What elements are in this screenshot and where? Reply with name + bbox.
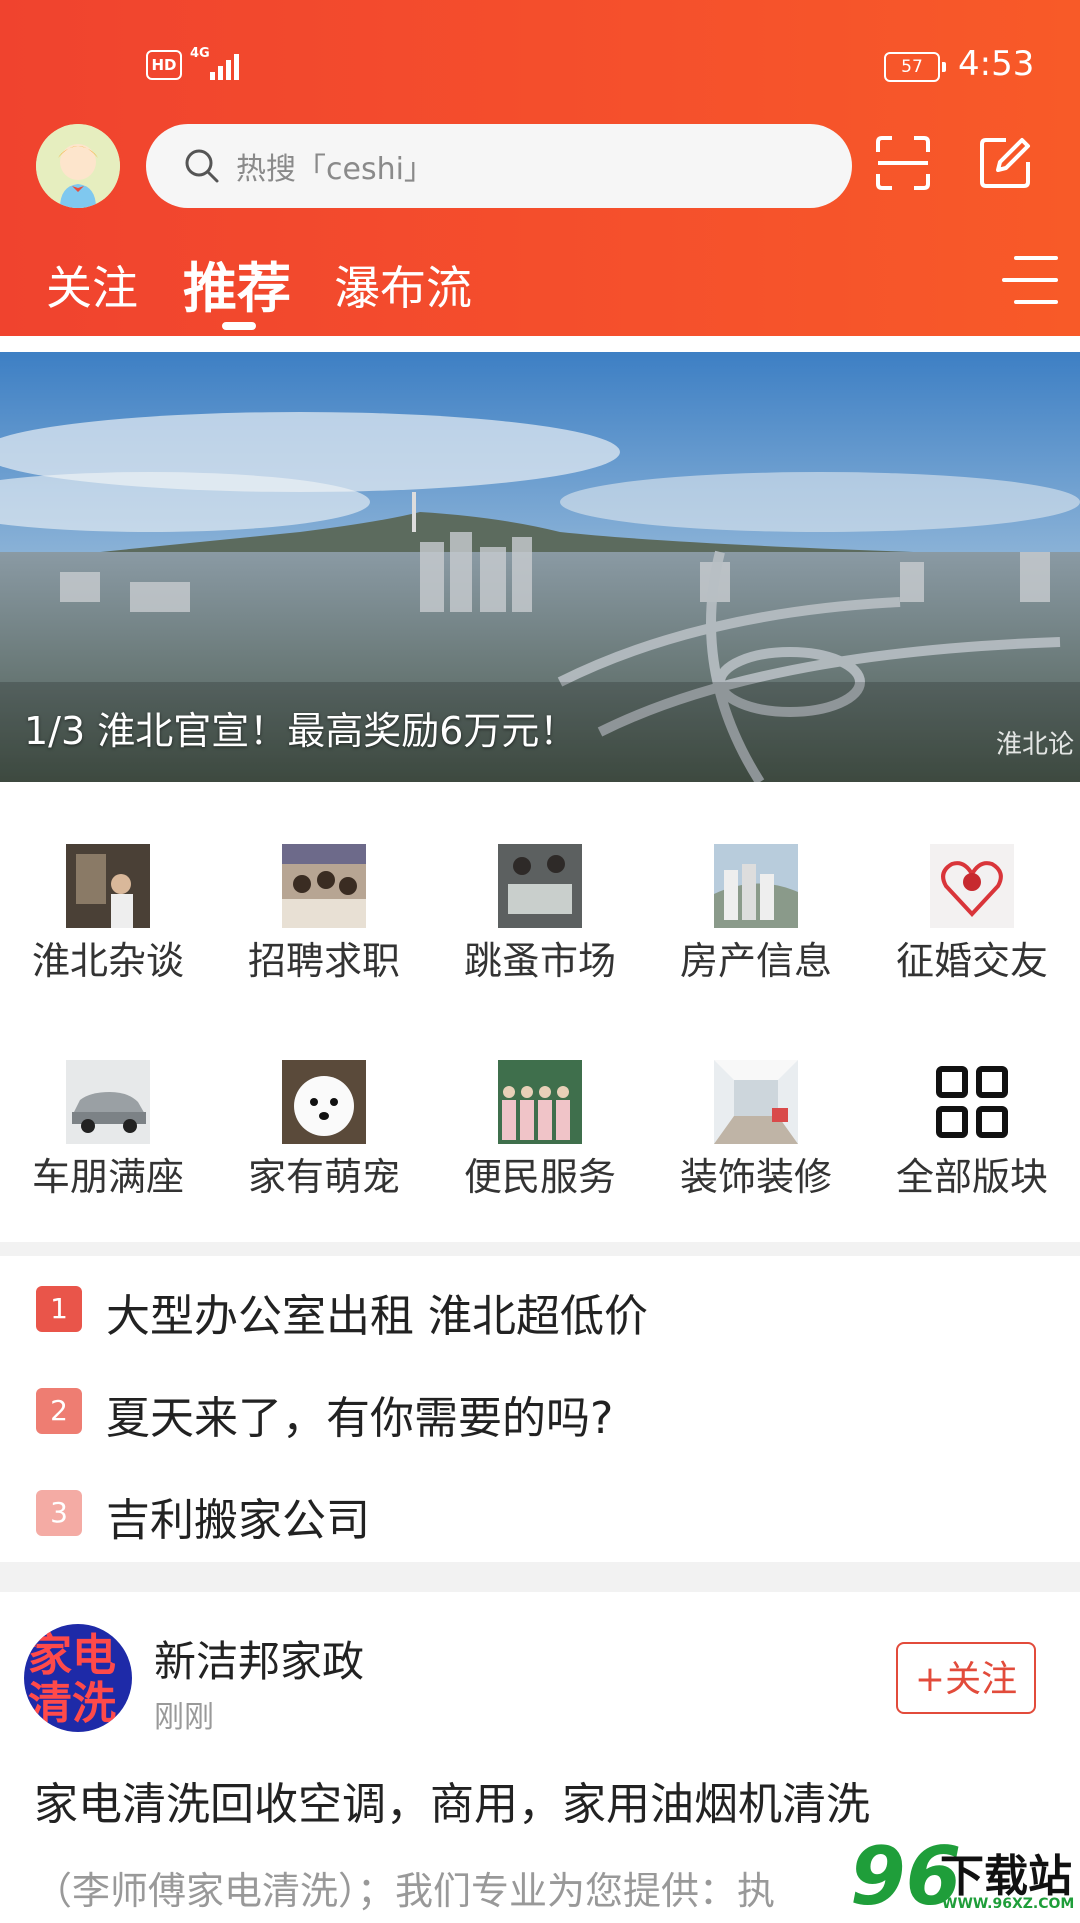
category-item[interactable]: 车朋满座: [0, 1046, 216, 1246]
thumb-heart-icon: [930, 844, 1014, 928]
logo-text: 下载站: [940, 1851, 1072, 1902]
category-item[interactable]: 淮北杂谈: [0, 830, 216, 1030]
category-label: 便民服务: [463, 1155, 616, 1199]
post-author-name[interactable]: 新洁邦家政: [154, 1628, 364, 1689]
banner-carousel[interactable]: 1/3 淮北官宣！最高奖励6万元！ 淮北论: [0, 352, 1080, 782]
rank-badge: 3: [36, 1490, 82, 1536]
hot-item-title: 吉利搬家公司: [106, 1495, 370, 1546]
category-label: 全部版块: [895, 1155, 1048, 1199]
category-item[interactable]: 征婚交友: [864, 830, 1080, 1030]
tab-recommend[interactable]: 推荐: [183, 244, 291, 323]
post-time: 刚刚: [154, 1700, 214, 1735]
category-item[interactable]: 招聘求职: [216, 830, 432, 1030]
menu-icon[interactable]: [1002, 256, 1058, 306]
category-grid: 淮北杂谈 招聘求职 跳蚤市场 房产信息 征婚交友 车朋满座 家有萌宠 便民服务 …: [0, 830, 1080, 1230]
category-label: 车朋满座: [31, 1155, 184, 1199]
category-item[interactable]: 装饰装修: [648, 1046, 864, 1246]
post-title[interactable]: 家电清洗回收空调，商用，家用油烟机清洗: [34, 1768, 870, 1832]
logo-url: WWW.96XZ.COM: [942, 1896, 1075, 1912]
thumb-interior-icon: [714, 1060, 798, 1144]
rank-badge: 1: [36, 1286, 82, 1332]
avatar-text: 清洗: [28, 1678, 116, 1729]
thumb-street-icon: [66, 844, 150, 928]
post-author-avatar[interactable]: 家电 清洗: [24, 1624, 132, 1732]
status-bar: HD 4G 57 4:53: [0, 42, 1080, 92]
site-logo: 96 下载站 WWW.96XZ.COM: [850, 1830, 1080, 1923]
category-item[interactable]: 跳蚤市场: [432, 830, 648, 1030]
avatar-text: 家电: [28, 1630, 116, 1681]
follow-button[interactable]: +关注: [896, 1642, 1036, 1714]
grid-icon: [930, 1060, 1014, 1144]
scan-icon[interactable]: [874, 134, 932, 192]
edit-icon[interactable]: [976, 134, 1034, 192]
signal-icon: [210, 50, 246, 80]
category-label: 跳蚤市场: [463, 939, 616, 983]
category-label: 征婚交友: [895, 939, 1048, 983]
hot-item-title: 大型办公室出租 淮北超低价: [106, 1291, 648, 1342]
clock: 4:53: [958, 44, 1035, 84]
battery-icon: 57: [884, 52, 946, 82]
avatar[interactable]: [36, 124, 120, 208]
hd-badge: HD: [146, 50, 182, 80]
search-placeholder: 热搜「ceshi」: [236, 152, 434, 187]
thumb-buildings-icon: [714, 844, 798, 928]
search-icon: [185, 149, 219, 183]
category-item[interactable]: 房产信息: [648, 830, 864, 1030]
app-header: HD 4G 57 4:53 热搜「ceshi」 关注 推荐 瀑布流: [0, 0, 1080, 336]
tab-waterfall[interactable]: 瀑布流: [334, 252, 472, 318]
category-item[interactable]: 便民服务: [432, 1046, 648, 1246]
thumb-dog-icon: [282, 1060, 366, 1144]
divider: [0, 1242, 1080, 1256]
thumb-car-icon: [66, 1060, 150, 1144]
category-item[interactable]: 全部版块: [864, 1046, 1080, 1246]
network-type: 4G: [190, 46, 210, 61]
banner-watermark: 淮北论: [996, 730, 1075, 760]
thumb-market-icon: [498, 844, 582, 928]
category-item[interactable]: 家有萌宠: [216, 1046, 432, 1246]
thumb-crowd-icon: [282, 844, 366, 928]
hot-item-title: 夏天来了，有你需要的吗?: [106, 1393, 614, 1444]
category-label: 房产信息: [679, 939, 832, 983]
category-label: 装饰装修: [679, 1155, 832, 1199]
active-tab-indicator: [222, 322, 256, 330]
banner-caption: 1/3 淮北官宣！最高奖励6万元！: [24, 709, 578, 753]
rank-badge: 2: [36, 1388, 82, 1434]
search-bar[interactable]: 热搜「ceshi」: [146, 124, 852, 208]
category-label: 家有萌宠: [247, 1155, 400, 1199]
category-label: 招聘求职: [247, 939, 400, 983]
divider: [0, 1562, 1080, 1592]
category-label: 淮北杂谈: [31, 939, 184, 983]
thumb-staff-icon: [498, 1060, 582, 1144]
post-snippet: （李师傅家电清洗）；我们专业为您提供：执: [34, 1869, 776, 1913]
tab-follow[interactable]: 关注: [46, 252, 138, 318]
